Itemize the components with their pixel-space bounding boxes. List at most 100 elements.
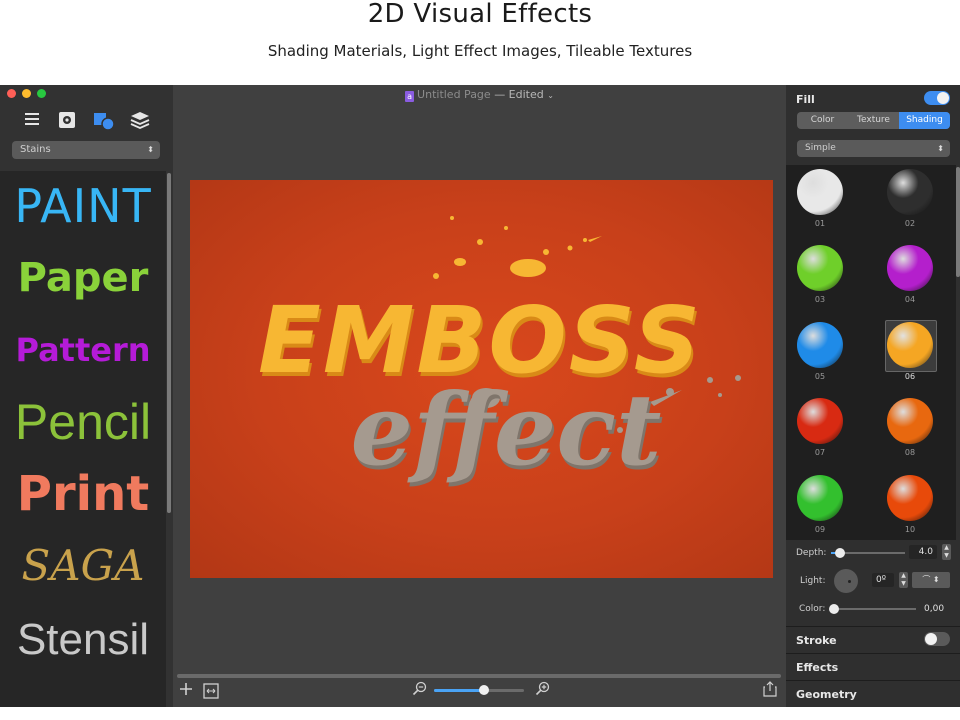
zoom-out-icon[interactable] [412, 681, 427, 700]
preset-paper[interactable]: Paper [0, 243, 166, 313]
share-icon[interactable] [763, 681, 777, 701]
settings-icon[interactable] [57, 111, 77, 131]
artboard-drawing: EMBOSS EMBOSS effect effect [258, 216, 741, 492]
swatch-label: 07 [814, 448, 826, 457]
light-stepper[interactable]: ▲ ▼ [899, 572, 908, 588]
swatch-01[interactable] [797, 169, 843, 215]
preset-list: PAINT Paper Pattern Pencil Print SAGA St… [0, 171, 166, 707]
paint-splatter [433, 216, 602, 279]
document-status: — Edited [494, 88, 544, 101]
swatch-scrollbar[interactable] [956, 167, 960, 277]
canvas-area: a Untitled Page — Edited ⌄ EMBOSS EMBOSS… [173, 85, 786, 707]
preset-stensil[interactable]: Stensil [0, 605, 166, 675]
depth-slider-knob[interactable] [834, 548, 845, 558]
category-select-value: Stains [20, 144, 51, 155]
document-name: Untitled Page [417, 88, 491, 101]
swatch-label: 04 [904, 295, 916, 304]
color-value: 0,00 [924, 604, 945, 614]
chevron-down-icon[interactable]: ⌄ [547, 91, 554, 100]
swatch-06[interactable] [887, 322, 933, 368]
swatch-08[interactable] [887, 398, 933, 444]
light-label: Light: [800, 576, 826, 586]
tab-shading[interactable]: Shading [899, 112, 950, 129]
light-angle-dial[interactable] [834, 569, 858, 593]
swatch-10[interactable] [887, 475, 933, 521]
artboard[interactable]: EMBOSS EMBOSS effect effect [190, 180, 773, 578]
zoom-slider[interactable] [434, 685, 524, 695]
preset-label: Paper [17, 255, 149, 301]
preset-scrollbar[interactable] [167, 173, 171, 513]
swatch-grid: 01 02 03 04 05 06 07 08 09 10 [786, 165, 956, 540]
preset-paint[interactable]: PAINT [0, 171, 166, 241]
geometry-section-label[interactable]: Geometry [796, 688, 857, 701]
light-angle-input[interactable]: 0º [872, 573, 894, 587]
category-select[interactable]: Stains ⬍ [12, 141, 160, 159]
shading-select-value: Simple [805, 143, 836, 153]
color-label: Color: [799, 604, 826, 614]
updown-chevron-icon: ⬍ [147, 145, 154, 154]
swatch-03[interactable] [797, 245, 843, 291]
swatch-label: 02 [904, 219, 916, 228]
fit-width-icon[interactable] [203, 683, 219, 703]
depth-label: Depth: [796, 548, 827, 558]
preset-label: Pencil [14, 394, 152, 450]
fill-toggle[interactable] [924, 91, 950, 105]
stroke-section-label[interactable]: Stroke [796, 634, 837, 647]
app-window: Stains ⬍ PAINT Paper Pattern Pencil Prin… [0, 85, 960, 707]
swatch-label: 01 [814, 219, 826, 228]
preset-pencil[interactable]: Pencil [0, 387, 166, 457]
swatch-09[interactable] [797, 475, 843, 521]
add-icon[interactable] [179, 681, 193, 700]
fill-type-tabs: Color Texture Shading [797, 112, 950, 129]
depth-stepper[interactable]: ▲ ▼ [942, 544, 951, 560]
preset-print[interactable]: Print [0, 459, 166, 529]
fill-toggle-knob [937, 92, 949, 104]
swatch-07[interactable] [797, 398, 843, 444]
depth-input[interactable]: 4.0 [909, 545, 937, 559]
tab-texture[interactable]: Texture [848, 112, 899, 129]
layers-icon[interactable] [130, 111, 150, 131]
fill-section-label: Fill [796, 93, 815, 106]
preset-saga[interactable]: SAGA [0, 531, 166, 601]
color-slider-knob[interactable] [829, 604, 839, 614]
hero-subtitle: Shading Materials, Light Effect Images, … [267, 42, 693, 60]
swatch-label: 06 [904, 372, 916, 381]
divider [786, 626, 960, 627]
zoom-window-button[interactable] [37, 89, 46, 98]
swatch-label: 03 [814, 295, 826, 304]
effects-section-label[interactable]: Effects [796, 661, 838, 674]
shading-select[interactable]: Simple ⬍ [797, 140, 950, 157]
zoom-in-icon[interactable] [535, 681, 550, 700]
hero-title: 2D Visual Effects [367, 0, 593, 29]
list-icon[interactable] [22, 111, 42, 131]
horizontal-scrollbar[interactable] [177, 674, 781, 678]
preset-pattern[interactable]: Pattern [0, 315, 166, 385]
swatch-label: 08 [904, 448, 916, 457]
preset-label: SAGA [21, 541, 145, 590]
swatch-05[interactable] [797, 322, 843, 368]
document-icon: a [405, 91, 415, 102]
light-curve-select[interactable]: ⌒ ⬍ [912, 572, 950, 588]
swatch-label: 05 [814, 372, 826, 381]
divider [786, 680, 960, 681]
close-window-button[interactable] [7, 89, 16, 98]
swatch-label: 10 [904, 525, 916, 534]
zoom-slider-knob[interactable] [478, 685, 489, 695]
stroke-toggle[interactable] [924, 632, 950, 646]
zoom-slider-fill [434, 689, 484, 692]
divider [786, 653, 960, 654]
shapes-icon[interactable] [93, 111, 115, 131]
inspector-panel: Fill Color Texture Shading Simple ⬍ 01 0… [786, 85, 960, 707]
tab-color[interactable]: Color [797, 112, 848, 129]
swatch-02[interactable] [887, 169, 933, 215]
preset-label: Stensil [16, 615, 150, 664]
depth-slider[interactable] [831, 548, 905, 558]
preset-label: PAINT [14, 179, 152, 233]
color-slider[interactable] [829, 604, 916, 614]
minimize-window-button[interactable] [22, 89, 31, 98]
window-title: a Untitled Page — Edited ⌄ [173, 85, 786, 105]
updown-chevron-icon: ⬍ [937, 144, 944, 153]
effect-text: effect [351, 373, 662, 488]
swatch-04[interactable] [887, 245, 933, 291]
left-panel: Stains ⬍ PAINT Paper Pattern Pencil Prin… [0, 85, 173, 707]
